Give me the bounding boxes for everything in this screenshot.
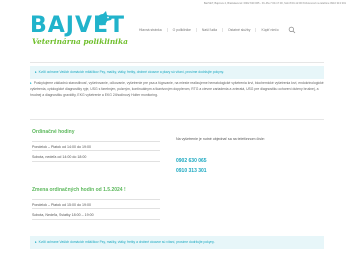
services-description: ▸ Poskytujeme základnú starostlivosť, vyš… [30,80,324,98]
hours-row: Pondelok – Piatok od 15:00 do 19:00 [32,199,160,209]
arrow-bullet-icon: ▸ [35,70,37,74]
changed-hours-heading: Zmena ordinačných hodín od 1.5.2024 ! [32,187,126,193]
arrow-bullet-icon: ▸ [30,81,32,85]
notice-bottom-text: Kvôli ochrane Vašich domácich miláčikov … [38,240,215,244]
site-logo[interactable]: BAJVET Veterinárna poliklinika [30,10,150,48]
logo-subtitle: Veterinárna poliklinika [32,37,128,46]
nav-item-people[interactable]: Naši ľudia [195,28,222,32]
dog-icon [97,11,112,26]
appointment-note: Na vyšetrenie je nutné objednať sa na te… [176,137,265,141]
hours-row: Sobota, nedeľa od 14:00 do 18:00 [32,152,160,162]
main-navigation: Hlavná stránka O poliklinike Naši ľudia … [134,26,296,34]
services-text: Poskytujeme základnú starostlivosť, vyše… [30,81,324,97]
hours-heading: Ordinačné hodiny [32,129,75,135]
nav-item-services[interactable]: Ostatné služby [222,28,255,32]
phone-link-emergency[interactable]: 0910 313 301 [176,168,207,174]
top-info-bar: BaJVET, Bajzova 4, Bratislava tel: 0902 … [203,2,346,5]
section-divider [30,119,324,120]
nav-item-home[interactable]: Hlavná stránka [134,28,167,32]
notice-top: ▸ Kvôli ochrane Vašich domácich miláčikov… [30,66,324,79]
hours-row: Sobota, Nedeľa, Sviatky 18:00 – 19:00 [32,210,160,220]
arrow-bullet-icon: ▸ [35,240,37,244]
nav-item-about[interactable]: O poliklinike [166,28,196,32]
notice-top-text: Kvôli ochrane Vašich domácich miláčikov … [38,70,224,74]
hours-row: Pondelok – Piatok od 14:00 do 19:00 [32,141,160,151]
header-divider [30,62,324,63]
search-icon[interactable] [288,26,296,34]
phone-link-primary[interactable]: 0902 630 065 [176,158,207,164]
nav-item-shop[interactable]: Kúpiť niečo [255,28,283,32]
notice-bottom: ▸ Kvôli ochrane Vašich domácich miláčikov… [30,236,324,249]
